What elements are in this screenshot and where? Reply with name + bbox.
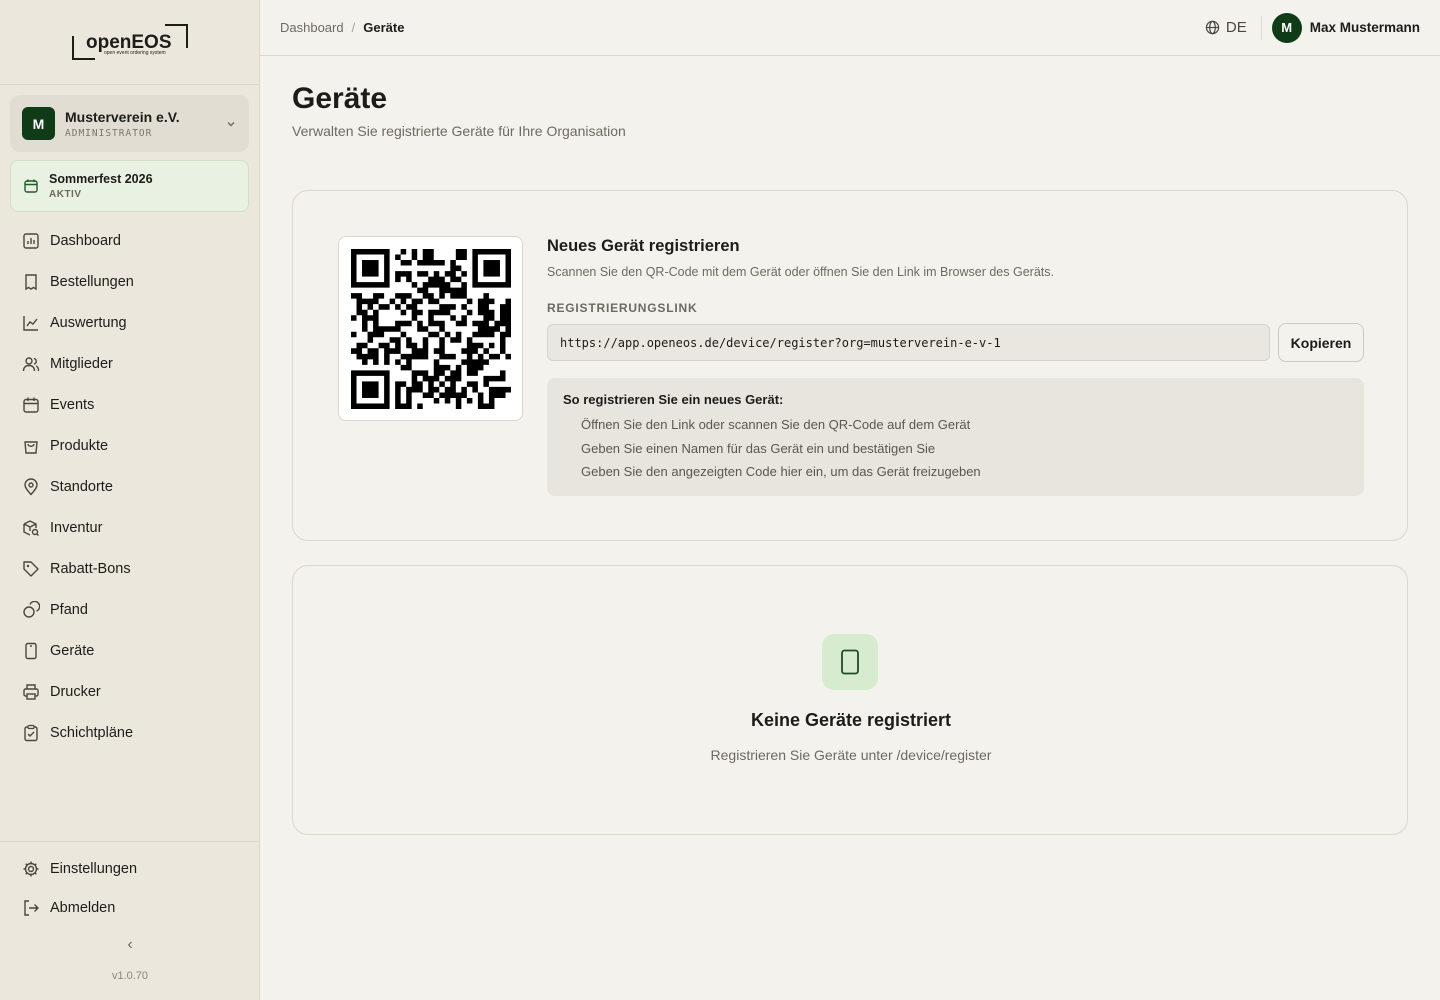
- user-menu[interactable]: M Max Mustermann: [1271, 12, 1420, 43]
- sidebar-item-events[interactable]: Events: [10, 384, 249, 425]
- user-name: Max Mustermann: [1309, 20, 1420, 35]
- qr-code: [338, 236, 523, 421]
- page-title: Geräte: [292, 82, 388, 115]
- sidebar-item-label: Mitglieder: [50, 355, 113, 372]
- bag-icon: [22, 437, 40, 455]
- main-nav: Dashboard Bestellungen Auswertung Mitgli…: [10, 220, 249, 753]
- devices-empty-state: Keine Geräte registriert Registrieren Si…: [292, 565, 1408, 835]
- sidebar-item-bestellungen[interactable]: Bestellungen: [10, 261, 249, 302]
- box-search-icon: [22, 519, 40, 537]
- avatar: M: [1271, 12, 1302, 43]
- coins-icon: [22, 600, 40, 619]
- sidebar-item-label: Events: [50, 396, 95, 413]
- gear-icon: [22, 860, 40, 878]
- instruction-step: Geben Sie den angezeigten Code hier ein,…: [581, 464, 981, 479]
- device-icon: [822, 634, 878, 690]
- active-event[interactable]: Sommerfest 2026 AKTIV: [10, 160, 249, 212]
- register-description: Scannen Sie den QR-Code mit dem Gerät od…: [547, 265, 1054, 279]
- page-subtitle: Verwalten Sie registrierte Geräte für Ih…: [292, 123, 626, 139]
- trend-icon: [22, 314, 40, 332]
- globe-icon: [1205, 20, 1220, 35]
- sidebar-item-label: Produkte: [50, 437, 109, 454]
- sidebar-item-label: Pfand: [50, 601, 88, 618]
- logo[interactable]: openEOS open event ordering system: [0, 0, 259, 85]
- receipt-icon: [22, 273, 40, 291]
- chart-icon: [22, 232, 40, 250]
- instructions-box: So registrieren Sie ein neues Gerät: Öff…: [547, 378, 1364, 496]
- breadcrumb-separator: /: [351, 20, 356, 35]
- sidebar-item-label: Inventur: [50, 519, 103, 536]
- sidebar-item-rabatt-bons[interactable]: Rabatt-Bons: [10, 548, 249, 589]
- sidebar-item-label: Standorte: [50, 478, 113, 495]
- sidebar-item-dashboard[interactable]: Dashboard: [10, 220, 249, 261]
- empty-subtitle: Registrieren Sie Geräte unter /device/re…: [710, 747, 992, 763]
- bottom-nav: Einstellungen Abmelden: [10, 841, 249, 927]
- instruction-step: Geben Sie einen Namen für das Gerät ein …: [581, 440, 936, 456]
- event-name: Sommerfest 2026: [49, 172, 153, 186]
- sidebar-item-inventur[interactable]: Inventur: [10, 507, 249, 548]
- sidebar-item-label: Geräte: [50, 642, 95, 659]
- sidebar-item-label: Schichtpläne: [50, 724, 134, 741]
- collapse-sidebar-button[interactable]: ‹: [0, 936, 260, 954]
- sidebar-item-drucker[interactable]: Drucker: [10, 671, 249, 712]
- register-device-card: Neues Gerät registrieren Scannen Sie den…: [292, 190, 1408, 541]
- sidebar-item-einstellungen[interactable]: Einstellungen: [10, 849, 249, 888]
- registration-link-field[interactable]: https://app.openeos.de/device/register?o…: [547, 324, 1270, 361]
- sidebar-item-label: Rabatt-Bons: [50, 560, 131, 577]
- sidebar-item-produkte[interactable]: Produkte: [10, 425, 249, 466]
- app-version: v1.0.70: [111, 970, 149, 982]
- chevron-down-icon: [227, 121, 235, 126]
- event-status: AKTIV: [49, 189, 82, 200]
- breadcrumb-root[interactable]: Dashboard: [280, 20, 344, 35]
- sidebar-item-geraete[interactable]: Geräte: [10, 630, 249, 671]
- sidebar: openEOS open event ordering system M Mus…: [0, 0, 260, 1000]
- users-icon: [22, 355, 40, 373]
- empty-title: Keine Geräte registriert: [750, 710, 952, 730]
- openeos-logo: openEOS open event ordering system: [71, 24, 188, 60]
- sidebar-item-label: Abmelden: [50, 899, 116, 916]
- register-title: Neues Gerät registrieren: [547, 237, 740, 255]
- sidebar-item-label: Bestellungen: [50, 273, 134, 290]
- org-switcher[interactable]: M Musterverein e.V. ADMINISTRATOR: [10, 95, 249, 152]
- logout-icon: [22, 899, 40, 917]
- copy-button[interactable]: Kopieren: [1278, 323, 1364, 362]
- link-label: REGISTRIERUNGSLINK: [547, 301, 698, 315]
- sidebar-item-pfand[interactable]: Pfand: [10, 589, 249, 630]
- qr-code-image: [350, 248, 511, 409]
- svg-text:open event ordering system: open event ordering system: [104, 50, 166, 56]
- sidebar-item-label: Drucker: [50, 683, 101, 700]
- pin-icon: [22, 477, 40, 496]
- instructions-title: So registrieren Sie ein neues Gerät:: [563, 392, 784, 407]
- calendar-icon: [22, 396, 40, 414]
- language-switcher[interactable]: DE: [1205, 15, 1262, 40]
- language-label: DE: [1225, 19, 1247, 36]
- sidebar-item-standorte[interactable]: Standorte: [10, 466, 249, 507]
- tag-icon: [22, 560, 40, 578]
- sidebar-item-abmelden[interactable]: Abmelden: [10, 888, 249, 927]
- calendar-icon: [24, 179, 38, 193]
- org-avatar: M: [22, 107, 55, 140]
- org-name: Musterverein e.V.: [65, 108, 180, 125]
- breadcrumb-current: Geräte: [363, 20, 405, 35]
- printer-icon: [22, 683, 40, 701]
- sidebar-item-label: Dashboard: [50, 232, 121, 249]
- sidebar-item-schichtplaene[interactable]: Schichtpläne: [10, 712, 249, 753]
- device-icon: [22, 642, 40, 660]
- sidebar-item-label: Auswertung: [50, 314, 127, 331]
- sidebar-item-auswertung[interactable]: Auswertung: [10, 302, 249, 343]
- sidebar-item-mitglieder[interactable]: Mitglieder: [10, 343, 249, 384]
- topbar: Dashboard / Geräte DE M Max Mustermann: [260, 0, 1440, 56]
- clipboard-icon: [22, 724, 40, 742]
- sidebar-item-label: Einstellungen: [50, 860, 138, 877]
- instruction-step: Öffnen Sie den Link oder scannen Sie den…: [581, 417, 971, 432]
- org-role: ADMINISTRATOR: [65, 127, 153, 139]
